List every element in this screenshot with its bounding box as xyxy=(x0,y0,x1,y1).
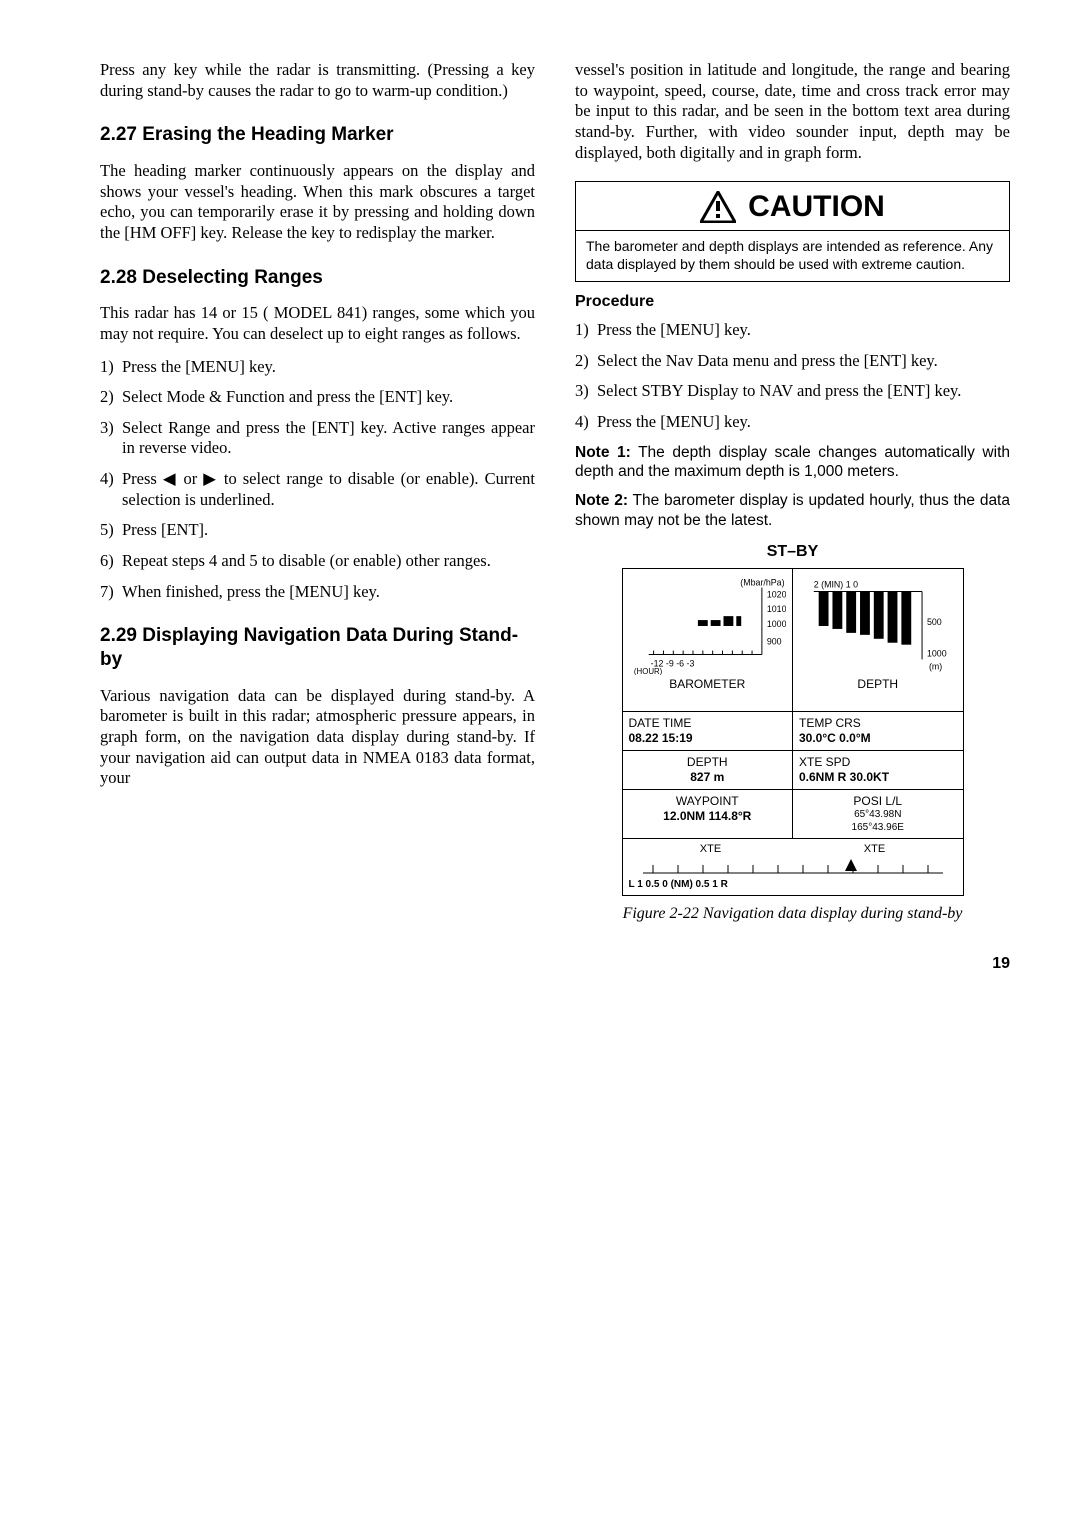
svg-text:1000: 1000 xyxy=(766,619,786,629)
section-2-29-body: Various navigation data can be displayed… xyxy=(100,686,535,789)
barometer-label: BAROMETER xyxy=(629,677,787,692)
svg-text:(m): (m) xyxy=(929,661,942,671)
depth-cell: DEPTH 827 m xyxy=(623,751,793,789)
section-2-29-title: 2.29 Displaying Navigation Data During S… xyxy=(100,624,535,672)
s228-step-6: 6)Repeat steps 4 and 5 to disable (or en… xyxy=(100,551,535,572)
xte-spd-cell: XTE SPD 0.6NM R 30.0KT xyxy=(792,751,963,789)
intro-paragraph: Press any key while the radar is transmi… xyxy=(100,60,535,101)
proc-step-4: 4)Press the [MENU] key. xyxy=(575,412,1010,433)
section-2-27-body: The heading marker continuously appears … xyxy=(100,161,535,244)
proc-step-2: 2)Select the Nav Data menu and press the… xyxy=(575,351,1010,372)
s228-step-4: 4)Press ◀ or ▶ to select range to disabl… xyxy=(100,469,535,510)
svg-text:900: 900 xyxy=(766,637,781,647)
proc-step-1: 1)Press the [MENU] key. xyxy=(575,320,1010,341)
caution-triangle-icon xyxy=(700,191,736,223)
section-2-29-continued: vessel's position in latitude and longit… xyxy=(575,60,1010,163)
s228-step-1: 1)Press the [MENU] key. xyxy=(100,357,535,378)
date-time-cell: DATE TIME 08.22 15:19 xyxy=(623,712,793,750)
section-2-27-title: 2.27 Erasing the Heading Marker xyxy=(100,123,535,147)
xte-scale: XTE XTE xyxy=(623,839,963,895)
note-2: Note 2: The barometer display is updated… xyxy=(575,491,1010,530)
nav-display: (Mbar/hPa) 1020 1010 1000 900 xyxy=(622,568,964,896)
page-number: 19 xyxy=(100,954,1010,974)
section-2-28-title: 2.28 Deselecting Ranges xyxy=(100,266,535,290)
s228-step-7: 7)When finished, press the [MENU] key. xyxy=(100,582,535,603)
svg-text:(Mbar/hPa): (Mbar/hPa) xyxy=(740,578,784,588)
s228-step-5: 5)Press [ENT]. xyxy=(100,520,535,541)
svg-text:(HOUR): (HOUR) xyxy=(633,667,662,675)
caution-body: The barometer and depth displays are int… xyxy=(576,231,1009,281)
figure-caption: Figure 2-22 Navigation data display duri… xyxy=(575,904,1010,924)
caution-box: CAUTION The barometer and depth displays… xyxy=(575,181,1010,282)
posi-cell: POSI L/L 65°43.98N 165°43.96E xyxy=(792,790,963,838)
proc-step-3: 3)Select STBY Display to NAV and press t… xyxy=(575,381,1010,402)
s228-step-2: 2)Select Mode & Function and press the [… xyxy=(100,387,535,408)
stby-title: ST–BY xyxy=(575,542,1010,562)
note-1: Note 1: The depth display scale changes … xyxy=(575,443,1010,482)
svg-text:1010: 1010 xyxy=(766,604,786,614)
section-2-28-intro: This radar has 14 or 15 ( MODEL 841) ran… xyxy=(100,303,535,344)
svg-text:1000: 1000 xyxy=(927,649,947,659)
waypoint-cell: WAYPOINT 12.0NM 114.8°R xyxy=(623,790,793,838)
depth-label: DEPTH xyxy=(799,677,957,692)
svg-text:1020: 1020 xyxy=(766,589,786,599)
svg-text:2 (MIN) 1 0: 2 (MIN) 1 0 xyxy=(814,580,858,590)
svg-text:500: 500 xyxy=(927,617,942,627)
temp-crs-cell: TEMP CRS 30.0°C 0.0°M xyxy=(792,712,963,750)
procedure-title: Procedure xyxy=(575,292,1010,312)
depth-chart: 2 (MIN) 1 0 500 1000 (m) xyxy=(792,569,963,711)
s228-step-3: 3)Select Range and press the [ENT] key. … xyxy=(100,418,535,459)
caution-title: CAUTION xyxy=(748,188,885,226)
barometer-chart: (Mbar/hPa) 1020 1010 1000 900 xyxy=(623,569,793,711)
